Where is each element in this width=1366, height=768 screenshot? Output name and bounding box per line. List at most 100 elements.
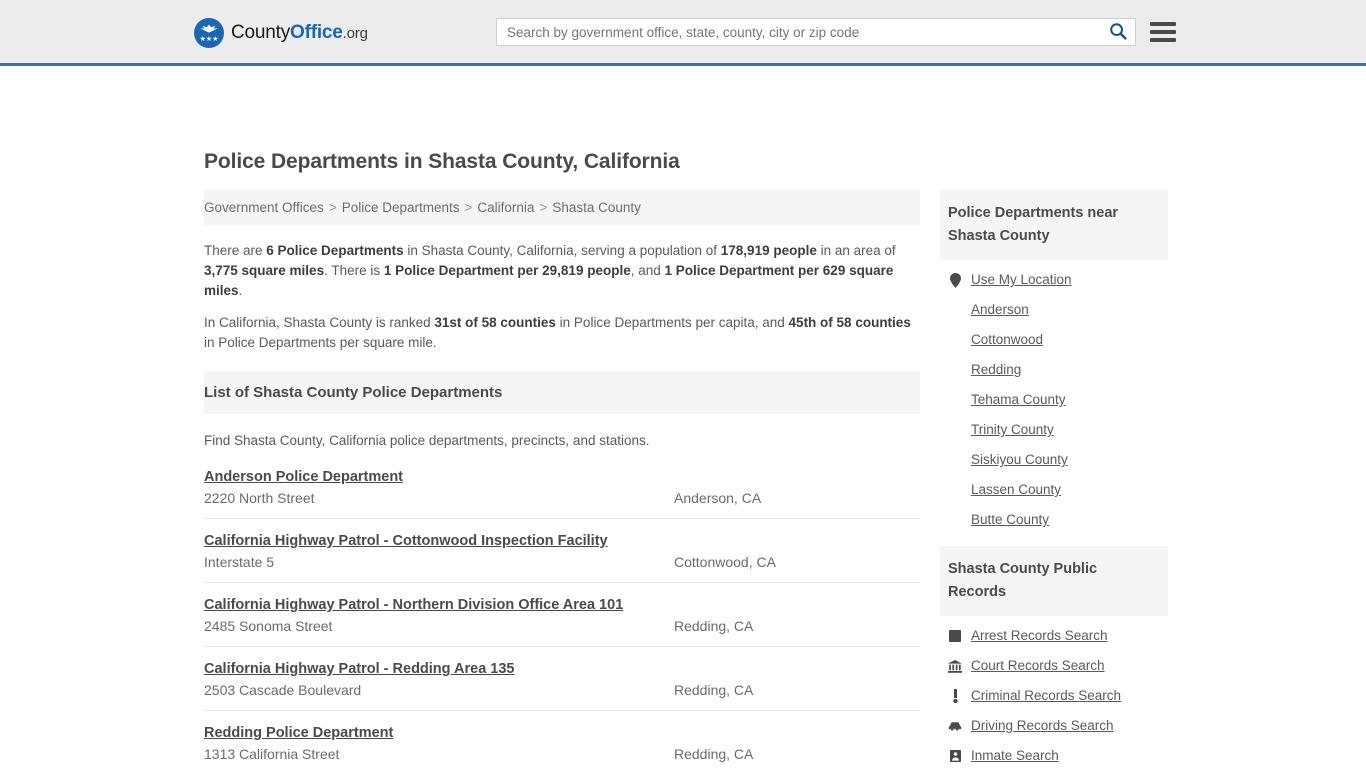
department-row: California Highway Patrol - Cottonwood I… [204, 518, 920, 582]
department-location-line: 2503 Cascade Boulevard Redding, CA [204, 682, 920, 698]
nearby-link-label: Butte County [971, 512, 1050, 527]
department-location-line: 1313 California Street Redding, CA [204, 746, 920, 762]
breadcrumb-item-1[interactable]: Government Offices [204, 200, 324, 215]
records-panel-links: Arrest Records Search Court Records Searc… [940, 616, 1168, 764]
hamburger-menu-icon[interactable] [1150, 19, 1176, 45]
logo-text-office: Office [290, 22, 343, 43]
summary-text: There are 6 Police Departments in Shasta… [204, 241, 920, 353]
breadcrumb-separator: > [539, 200, 548, 215]
nearby-link-label: Tehama County [971, 392, 1066, 407]
nearby-link-7[interactable]: Siskiyou County [948, 452, 1168, 468]
list-section-header: List of Shasta County Police Departments [204, 371, 920, 414]
department-location-line: 2485 Sonoma Street Redding, CA [204, 618, 920, 634]
menu-bar-3 [1150, 38, 1176, 42]
logo-wordmark: CountyOffice.org [231, 22, 368, 44]
search-bar[interactable] [496, 18, 1136, 46]
breadcrumb: Government Offices > Police Departments > Ca… [204, 190, 920, 225]
department-city: Anderson, CA [674, 490, 762, 506]
breadcrumb-item-3[interactable]: California [477, 200, 534, 215]
nearby-link-label: Lassen County [971, 482, 1062, 497]
menu-bar-2 [1150, 30, 1176, 34]
department-city: Cottonwood, CA [674, 554, 776, 570]
summary-text-fragment: There are [204, 243, 267, 258]
breadcrumb-separator: > [464, 200, 473, 215]
nearby-link-3[interactable]: Cottonwood [948, 332, 1168, 348]
department-name-link[interactable]: Anderson Police Department [204, 469, 403, 485]
summary-text-fragment: in Police Departments per square mile. [204, 335, 437, 350]
car-icon [948, 721, 962, 731]
summary-text-fragment: , and [630, 263, 665, 278]
department-row: Redding Police Department 1313 California… [204, 710, 920, 768]
nearby-link-1[interactable]: Use My Location [948, 272, 1168, 288]
id-card-icon [948, 750, 962, 762]
menu-bar-1 [1150, 22, 1176, 26]
nearby-link-label: Anderson [971, 302, 1029, 317]
department-address: Interstate 5 [204, 554, 275, 570]
records-link-label: Arrest Records Search [971, 628, 1108, 643]
summary-text-fragment: in Police Departments per capita, and [555, 315, 789, 330]
department-address: 2503 Cascade Boulevard [204, 682, 362, 698]
summary-stat: 31st of 58 counties [434, 315, 556, 330]
nearby-link-4[interactable]: Redding [948, 362, 1168, 378]
summary-paragraph-2: In California, Shasta County is ranked 3… [204, 313, 920, 353]
records-link-2[interactable]: Court Records Search [948, 658, 1168, 674]
nearby-panel-title: Police Departments near Shasta County [940, 190, 1168, 260]
logo-text-org: .org [342, 25, 368, 42]
summary-text-fragment: . There is [324, 263, 384, 278]
summary-text-fragment: in an area of [816, 243, 896, 258]
records-link-1[interactable]: Arrest Records Search [948, 628, 1168, 644]
nearby-link-label: Siskiyou County [971, 452, 1068, 467]
records-link-label: Driving Records Search [971, 718, 1114, 733]
list-section-description: Find Shasta County, California police de… [204, 433, 650, 448]
department-location-line: Interstate 5 Cottonwood, CA [204, 554, 920, 570]
nearby-link-9[interactable]: Butte County [948, 512, 1168, 528]
department-city: Redding, CA [674, 682, 754, 698]
search-button[interactable] [1101, 19, 1135, 45]
exclamation-icon [948, 689, 962, 703]
records-link-label: Criminal Records Search [971, 688, 1122, 703]
nearby-link-2[interactable]: Anderson [948, 302, 1168, 318]
department-row: California Highway Patrol - Northern Div… [204, 582, 920, 646]
breadcrumb-item-2[interactable]: Police Departments [342, 200, 460, 215]
nearby-panel-links: Use My Location Anderson Cottonwood Redding… [940, 260, 1168, 528]
records-link-5[interactable]: Inmate Search [948, 748, 1168, 764]
summary-stat: 178,919 people [720, 243, 817, 258]
logo-text-county: County [231, 22, 291, 43]
department-name-link[interactable]: California Highway Patrol - Redding Area… [204, 661, 514, 677]
search-icon [1109, 22, 1127, 43]
nearby-link-label: Trinity County [971, 422, 1054, 437]
summary-stat: 6 Police Departments [266, 243, 404, 258]
nearby-link-5[interactable]: Tehama County [948, 392, 1168, 408]
records-link-label: Court Records Search [971, 658, 1105, 673]
sidebar: Police Departments near Shasta County Us… [940, 190, 1168, 768]
department-row: California Highway Patrol - Redding Area… [204, 646, 920, 710]
nearby-link-label: Cottonwood [971, 332, 1044, 347]
nearby-link-6[interactable]: Trinity County [948, 422, 1168, 438]
department-list: Anderson Police Department 2220 North Str… [204, 468, 920, 768]
summary-paragraph-1: There are 6 Police Departments in Shasta… [204, 241, 920, 301]
breadcrumb-item-4[interactable]: Shasta County [552, 200, 641, 215]
map-pin-icon [948, 272, 962, 288]
summary-text-fragment: in Shasta County, California, serving a … [403, 243, 721, 258]
department-name-link[interactable]: Redding Police Department [204, 725, 393, 741]
breadcrumb-separator: > [328, 200, 337, 215]
eagle-seal-icon: ★★★ [194, 18, 224, 48]
search-input[interactable] [497, 19, 1101, 45]
nearby-link-label: Redding [971, 362, 1022, 377]
records-link-3[interactable]: Criminal Records Search [948, 688, 1168, 704]
records-link-4[interactable]: Driving Records Search [948, 718, 1168, 734]
department-address: 2220 North Street [204, 490, 315, 506]
summary-stat: 1 Police Department per 29,819 people [383, 263, 631, 278]
stars-glyph: ★★★ [199, 36, 219, 43]
site-logo[interactable]: ★★★ CountyOffice.org [194, 18, 368, 48]
department-city: Redding, CA [674, 746, 754, 762]
nearby-link-8[interactable]: Lassen County [948, 482, 1168, 498]
nearby-link-label: Use My Location [971, 272, 1072, 287]
department-name-link[interactable]: California Highway Patrol - Cottonwood I… [204, 533, 608, 549]
records-panel: Shasta County Public Records Arrest Reco… [940, 546, 1168, 764]
summary-text-fragment: . [238, 283, 243, 298]
department-name-link[interactable]: California Highway Patrol - Northern Div… [204, 597, 623, 613]
summary-stat: 45th of 58 counties [788, 315, 911, 330]
summary-text-fragment: In California, Shasta County is ranked [204, 315, 435, 330]
summary-stat: 3,775 square miles [204, 263, 325, 278]
